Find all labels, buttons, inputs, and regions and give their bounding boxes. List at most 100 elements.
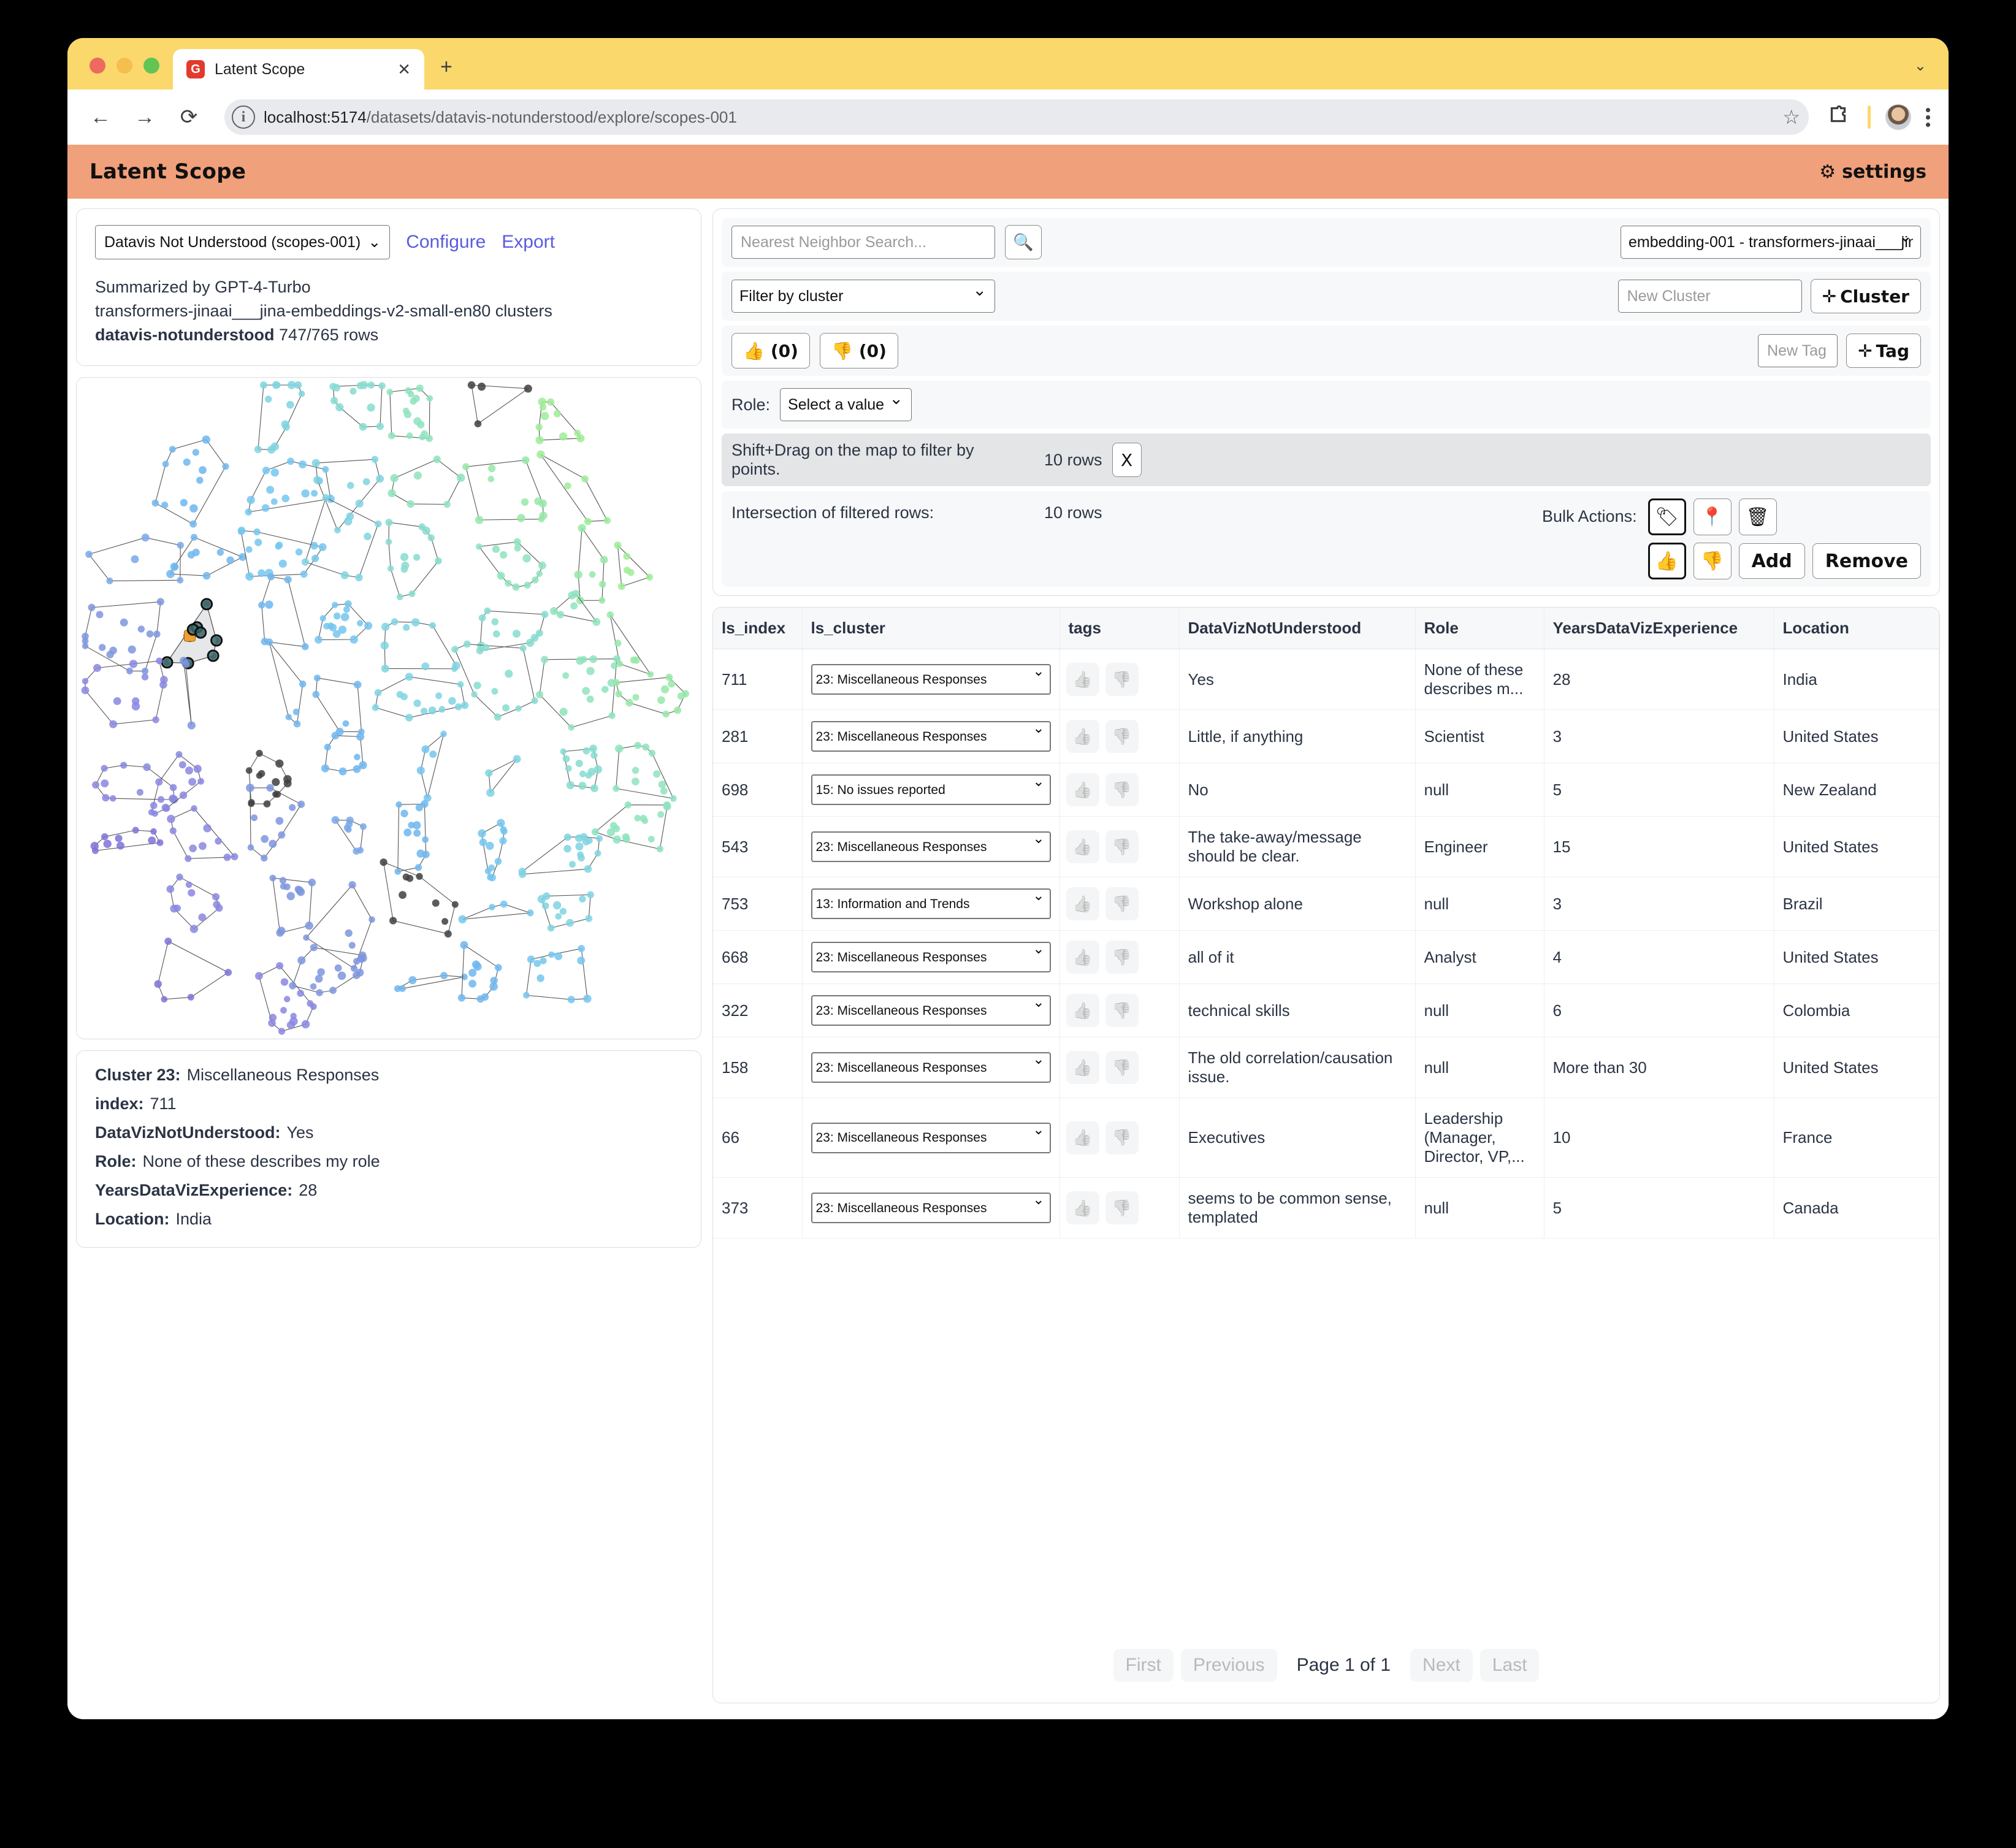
- scatter-point[interactable]: [566, 919, 574, 927]
- search-button[interactable]: 🔍: [1005, 225, 1042, 259]
- scatter-point[interactable]: [494, 713, 502, 721]
- scatter-point[interactable]: [515, 705, 522, 712]
- scatter-point[interactable]: [408, 391, 414, 398]
- scatter-point[interactable]: [281, 495, 290, 503]
- scatter-point[interactable]: [460, 941, 468, 950]
- scatter-point[interactable]: [187, 721, 196, 730]
- scatter-point[interactable]: [359, 381, 368, 390]
- scatter-point[interactable]: [191, 805, 197, 812]
- scatter-point[interactable]: [399, 891, 407, 899]
- scatter-point[interactable]: [575, 842, 584, 851]
- scatter-point[interactable]: [170, 904, 178, 913]
- scatter-point[interactable]: [311, 490, 318, 497]
- scatter-point[interactable]: [261, 855, 268, 862]
- first-page-button[interactable]: First: [1113, 1649, 1174, 1682]
- scatter-point[interactable]: [552, 901, 562, 910]
- scatter-point[interactable]: [128, 646, 136, 654]
- scatter-point[interactable]: [550, 607, 558, 616]
- scatter-point[interactable]: [353, 681, 362, 689]
- scatter-point[interactable]: [579, 771, 586, 778]
- scatter-point[interactable]: [169, 827, 177, 835]
- scatter-point[interactable]: [615, 744, 624, 754]
- scatter-point[interactable]: [245, 546, 253, 554]
- scatter-point[interactable]: [376, 475, 384, 483]
- scatter-point[interactable]: [109, 720, 118, 729]
- scatter-point[interactable]: [581, 475, 589, 483]
- scatter-point[interactable]: [634, 815, 641, 822]
- scatter-point[interactable]: [280, 883, 287, 890]
- scatter-point[interactable]: [152, 716, 159, 724]
- scatter-point[interactable]: [287, 457, 294, 465]
- scatter-point[interactable]: [270, 498, 278, 505]
- scatter-point[interactable]: [530, 634, 539, 643]
- scatter-point[interactable]: [262, 467, 270, 475]
- scatter-point[interactable]: [120, 619, 128, 627]
- scatter-point[interactable]: [164, 937, 172, 945]
- scatter-point[interactable]: [374, 689, 382, 697]
- scatter-point[interactable]: [202, 435, 210, 445]
- scatter-point[interactable]: [394, 868, 402, 876]
- scatter-point[interactable]: [349, 388, 357, 395]
- scatter-point[interactable]: [563, 845, 571, 853]
- scatter-point[interactable]: [371, 456, 379, 464]
- scatter-point[interactable]: [478, 614, 486, 622]
- scatter-point[interactable]: [335, 403, 344, 412]
- scatter-point[interactable]: [381, 665, 389, 673]
- scatter-point[interactable]: [428, 706, 437, 715]
- row-thumbs-down-button[interactable]: 👎: [1105, 941, 1139, 974]
- scatter-point[interactable]: [275, 817, 284, 825]
- scatter-point[interactable]: [357, 955, 365, 963]
- scatter-point[interactable]: [178, 761, 186, 769]
- scatter-point[interactable]: [527, 955, 535, 964]
- scatter-point[interactable]: [344, 517, 353, 526]
- scatter-point[interactable]: [574, 570, 582, 579]
- scatter-point[interactable]: [375, 521, 382, 528]
- cluster-select[interactable]: 23: Miscellaneous Responses: [811, 831, 1051, 862]
- scatter-point[interactable]: [387, 565, 394, 572]
- scatter-point[interactable]: [310, 983, 317, 990]
- scatter-point[interactable]: [275, 543, 282, 551]
- scatter-point[interactable]: [222, 463, 229, 470]
- maximize-window-button[interactable]: [143, 58, 159, 74]
- scatter-point[interactable]: [658, 781, 666, 789]
- scatter-point[interactable]: [85, 551, 93, 559]
- scatter-point[interactable]: [647, 836, 655, 843]
- scatter-point[interactable]: [345, 930, 353, 937]
- scatter-point[interactable]: [253, 529, 261, 536]
- scatter-point[interactable]: [402, 874, 410, 881]
- cluster-select[interactable]: 15: No issues reported: [811, 774, 1051, 805]
- scatter-point[interactable]: [585, 915, 593, 923]
- selected-point[interactable]: [207, 649, 220, 662]
- configure-link[interactable]: Configure: [406, 232, 486, 253]
- scatter-point[interactable]: [216, 549, 224, 556]
- scatter-point[interactable]: [562, 755, 570, 763]
- previous-page-button[interactable]: Previous: [1180, 1649, 1277, 1682]
- scatter-point[interactable]: [416, 873, 423, 880]
- scatter-point[interactable]: [457, 994, 466, 1002]
- scatter-point[interactable]: [491, 688, 498, 695]
- scatter-point[interactable]: [536, 451, 545, 459]
- scatter-point[interactable]: [153, 630, 161, 638]
- scatter-point[interactable]: [536, 570, 543, 578]
- new-tab-button[interactable]: +: [440, 56, 452, 77]
- row-thumbs-up-button[interactable]: 👍: [1066, 773, 1099, 806]
- scatter-point[interactable]: [179, 792, 188, 800]
- scatter-point[interactable]: [142, 668, 149, 675]
- scatter-point[interactable]: [458, 915, 467, 924]
- scatter-point[interactable]: [323, 623, 330, 630]
- scatter-point[interactable]: [416, 384, 424, 392]
- add-cluster-button[interactable]: ✛ Cluster: [1810, 279, 1921, 313]
- scatter-point[interactable]: [258, 569, 265, 578]
- scatter-point[interactable]: [514, 544, 521, 552]
- scatter-point[interactable]: [416, 766, 425, 775]
- scatter-point[interactable]: [190, 534, 198, 541]
- scatter-point[interactable]: [443, 501, 451, 508]
- scatter-point[interactable]: [197, 778, 204, 785]
- scatter-point[interactable]: [575, 834, 583, 842]
- scatter-point[interactable]: [656, 846, 663, 853]
- scatter-point[interactable]: [177, 577, 184, 584]
- scatter-point[interactable]: [278, 1028, 286, 1036]
- scatter-point[interactable]: [611, 662, 618, 670]
- scatter-point[interactable]: [269, 1014, 277, 1022]
- scatter-point[interactable]: [623, 553, 630, 560]
